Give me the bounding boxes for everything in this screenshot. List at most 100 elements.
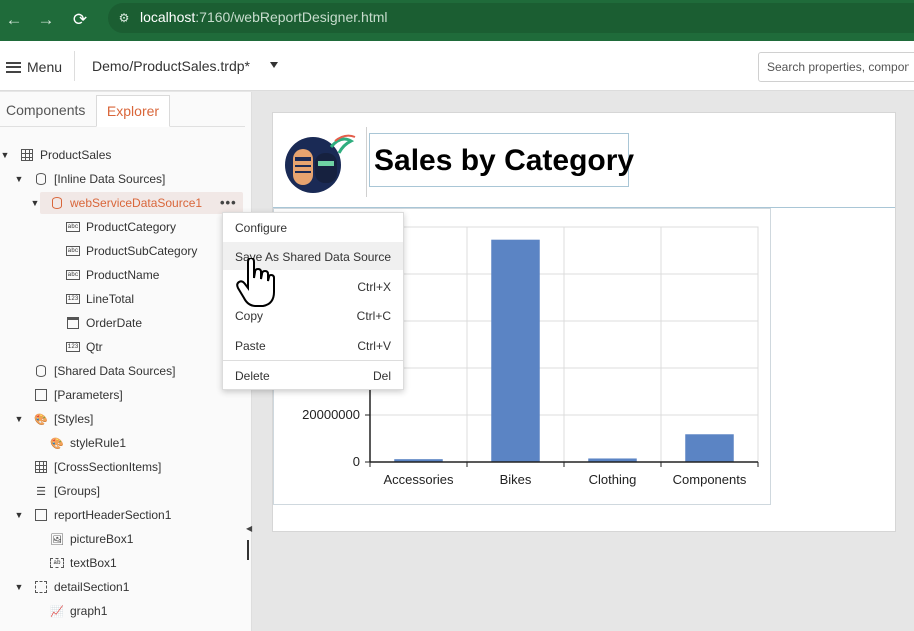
more-options-icon[interactable]: ••• [220,195,237,210]
tree-item-productsales[interactable]: ▼ ProductSales [0,145,112,165]
tree-item-field[interactable]: abc ProductSubCategory [66,241,197,261]
x-tick-label: Accessories [383,472,454,487]
tree-item-label: [Shared Data Sources] [54,364,176,378]
tree-item-inline-data-sources[interactable]: ▼ [Inline Data Sources] [14,169,166,189]
menu-item-paste[interactable]: Paste Ctrl+V [223,331,403,359]
tree-item-parameters[interactable]: [Parameters] [34,385,123,405]
groups-icon: ☰ [36,485,46,498]
tab-explorer[interactable]: Explorer [96,95,170,127]
tree-item-label: OrderDate [86,316,143,330]
tree-item-label: pictureBox1 [70,532,134,546]
panel-tabs: Components Explorer [0,92,245,127]
style-rule-icon: 🎨 [50,437,64,450]
tree-item-label: Qtr [86,340,103,354]
tree-item-label: textBox1 [70,556,117,570]
menu-item-label: Paste [235,339,266,353]
section-icon [34,580,48,594]
reload-icon[interactable]: ⟳ [68,8,92,32]
x-tick-label: Bikes [500,472,532,487]
tree-item-label: [Parameters] [54,388,123,402]
expand-toggle-icon[interactable]: ▼ [14,582,24,592]
picture-box[interactable] [281,127,367,197]
tree-item-label: webServiceDataSource1 [70,196,203,210]
menu-label: Menu [27,59,63,75]
tree-item-label: [CrossSectionItems] [54,460,162,474]
string-field-icon: abc [66,246,80,256]
tree-item-stylerule[interactable]: 🎨 styleRule1 [50,433,126,453]
chevron-down-icon[interactable] [270,62,278,68]
tree-item-field[interactable]: abc ProductCategory [66,217,176,237]
tree-item-field[interactable]: OrderDate [66,313,142,333]
menu-item-label: Delete [235,369,270,383]
numeric-field-icon: 123 [66,294,80,304]
tree-item-label: ProductSales [40,148,112,162]
tree-item-styles[interactable]: ▼ 🎨 [Styles] [14,409,94,429]
shortcut-label: Del [372,369,391,383]
web-service-datasource-icon [50,196,64,210]
palette-icon: 🎨 [34,413,48,426]
tree-item-picturebox[interactable]: 🖼 pictureBox1 [50,529,133,549]
report-icon [20,148,34,162]
menu-item-delete[interactable]: Delete Del [223,361,403,389]
back-icon[interactable]: ← [2,8,26,32]
report-title: Sales by Category [374,144,635,177]
parameters-icon [34,388,48,402]
site-settings-icon[interactable]: ⚙ [116,10,132,26]
y-tick-label: 20000000 [302,407,360,422]
document-title[interactable]: Demo/ProductSales.trdp* [92,58,250,74]
date-field-icon [66,316,80,330]
menu-item-label: Configure [235,221,288,235]
address-bar[interactable]: ⚙ localhost:7160/webReportDesigner.html [108,3,914,33]
tree-item-webservicedatasource[interactable]: ▼ webServiceDataSource1 [30,193,203,213]
url-text[interactable]: localhost:7160/webReportDesigner.html [140,9,388,25]
left-panel: Components Explorer ▼ ProductSales ▼ [In… [0,92,252,631]
tree-item-groups[interactable]: ☰ [Groups] [34,481,100,501]
database-icon [34,172,48,186]
shortcut-label: Ctrl+C [356,309,391,323]
tree-item-detailsection[interactable]: ▼ detailSection1 [14,577,130,597]
tree-item-crosssectionitems[interactable]: [CrossSectionItems] [34,457,161,477]
string-field-icon: abc [66,222,80,232]
menu-item-configure[interactable]: Configure [223,213,403,241]
browser-toolbar: ← → ⟳ ⚙ localhost:7160/webReportDesigner… [0,0,914,41]
tree-item-label: ProductName [86,268,160,282]
tree-item-label: LineTotal [86,292,135,306]
report-logo-image [285,134,356,193]
textbox-icon: ab [50,556,64,570]
title-textbox[interactable]: Sales by Category [369,133,634,187]
tree-item-field[interactable]: 123 Qtr [66,337,103,357]
bar [685,434,734,462]
tab-components[interactable]: Components [0,95,91,127]
tree-item-field[interactable]: 123 LineTotal [66,289,134,309]
tree-item-graph[interactable]: 📈 graph1 [50,601,107,621]
expand-toggle-icon[interactable]: ▼ [14,510,24,520]
tree-item-field[interactable]: abc ProductName [66,265,159,285]
forward-icon[interactable]: → [34,8,58,32]
tree-item-textbox[interactable]: ab textBox1 [50,553,117,573]
tree-item-label: ProductCategory [86,220,177,234]
expand-toggle-icon[interactable]: ▼ [0,150,10,160]
tree-item-label: [Groups] [54,484,101,498]
expand-toggle-icon[interactable]: ▼ [30,198,40,208]
bar [491,239,540,462]
x-tick-label: Components [673,472,747,487]
grid-icon [34,460,48,474]
tree-item-reportheadersection[interactable]: ▼ reportHeaderSection1 [14,505,172,525]
expand-toggle-icon[interactable]: ▼ [14,174,24,184]
app-toolbar: Menu Demo/ProductSales.trdp* [0,41,914,91]
tree-item-label: ProductSubCategory [86,244,198,258]
expand-toggle-icon[interactable]: ▼ [14,414,24,424]
menu-button[interactable]: Menu [6,57,62,77]
report-header-section[interactable]: Sales by Category [273,113,895,208]
collapse-panel-icon[interactable]: ◀ [246,524,252,533]
search-properties-input[interactable] [758,52,914,82]
toolbar-divider [74,51,75,81]
tree-item-label: [Inline Data Sources] [54,172,166,186]
shortcut-label: Ctrl+X [357,280,391,294]
tree-item-shared-data-sources[interactable]: [Shared Data Sources] [34,361,175,381]
panel-resize-handle[interactable] [247,540,249,560]
y-tick-label: 0 [353,454,360,469]
x-tick-label: Clothing [589,472,637,487]
url-host: localhost [140,9,196,25]
section-icon [34,508,48,522]
